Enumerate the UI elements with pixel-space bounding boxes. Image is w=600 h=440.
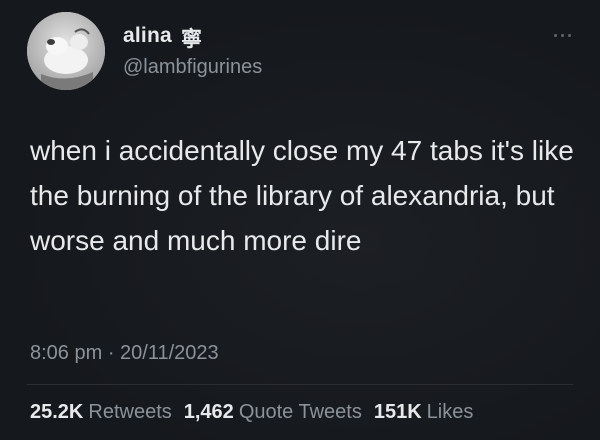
author-handle[interactable]: @lambfigurines — [123, 56, 262, 79]
likes-count: 151K — [373, 401, 422, 423]
dot — [561, 33, 564, 37]
retweets-label: Retweets — [88, 401, 172, 423]
retweets-count: 25.2K — [30, 401, 84, 423]
likes-label: Likes — [426, 401, 474, 423]
dot — [568, 33, 571, 37]
tweet-timestamp[interactable]: 8:06 pm · 20/11/2023 — [30, 342, 219, 365]
quote-tweets-label: Quote Tweets — [238, 401, 362, 423]
lamb-figurine-icon — [27, 12, 105, 90]
tweet-text: when i accidentally close my 47 tabs it'… — [30, 135, 574, 256]
author-display-name[interactable]: alina — [123, 24, 172, 48]
quote-tweets-count: 1,462 — [183, 401, 234, 423]
tweet-stats: 25.2K Retweets 1,462 Quote Tweets 151K Likes — [30, 401, 485, 424]
divider — [27, 384, 573, 385]
avatar[interactable] — [27, 12, 105, 90]
dot — [554, 33, 557, 37]
author-name-symbol: 寧 — [181, 28, 202, 51]
tweet-card: alina 寧 @lambfigurines when i accidental… — [0, 0, 600, 440]
more-dots-icon[interactable] — [554, 30, 580, 40]
quote-tweets-stat[interactable]: 1,462 Quote Tweets — [184, 401, 374, 423]
retweets-stat[interactable]: 25.2K Retweets — [30, 401, 184, 423]
likes-stat[interactable]: 151K Likes — [374, 401, 486, 423]
